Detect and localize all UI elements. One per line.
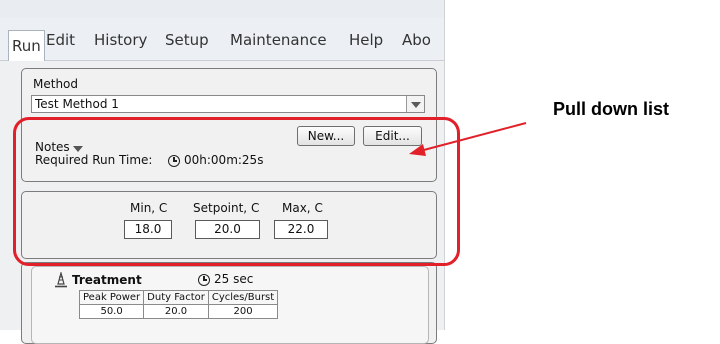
callout-text: Pull down list	[553, 99, 669, 119]
callout-arrow	[409, 122, 527, 156]
